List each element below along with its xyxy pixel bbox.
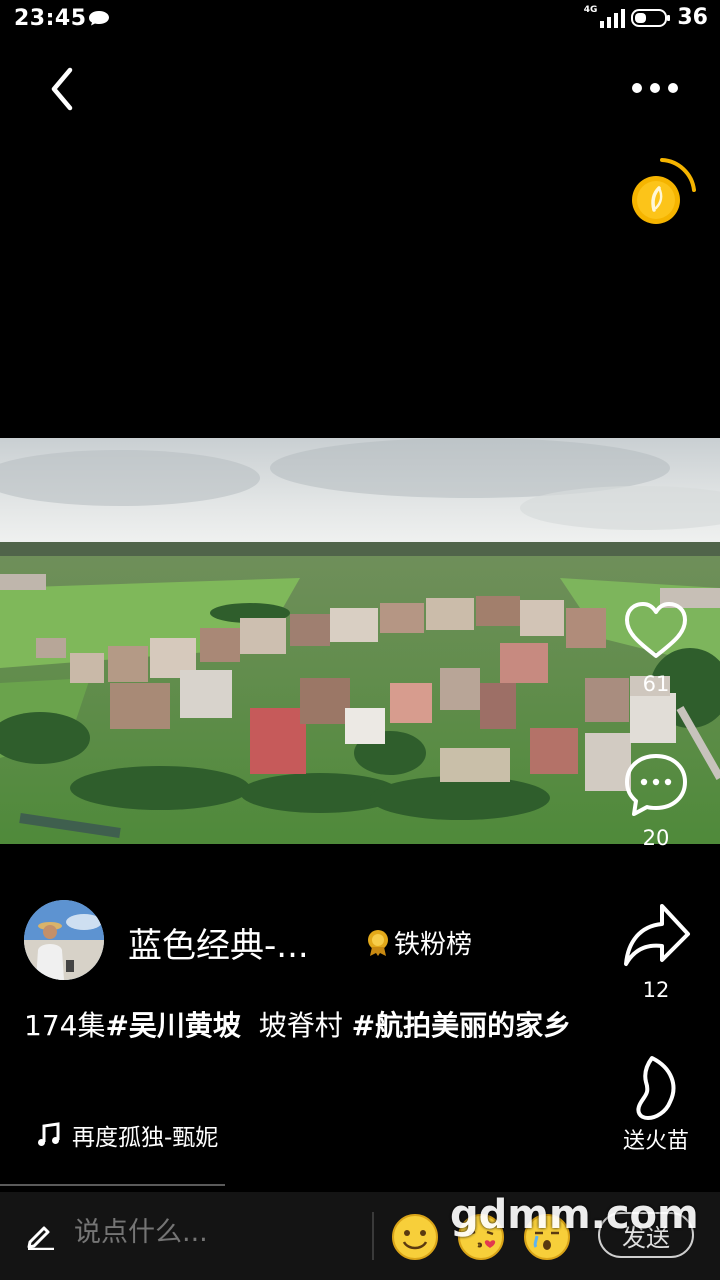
video-caption: 174集#吴川黄坡 坡脊村 #航拍美丽的家乡 bbox=[24, 1006, 584, 1046]
flame-icon bbox=[636, 1056, 676, 1120]
caption-village: 坡脊村 bbox=[240, 1009, 352, 1042]
chevron-left-icon[interactable] bbox=[40, 64, 86, 114]
author-name[interactable]: 蓝色经典-... bbox=[128, 918, 309, 967]
heart-icon bbox=[625, 602, 687, 658]
author-avatar-image bbox=[24, 900, 104, 980]
comment-input[interactable] bbox=[72, 1216, 336, 1249]
avatar[interactable] bbox=[24, 900, 104, 980]
hashtag-aerial-hometown[interactable]: #航拍美丽的家乡 bbox=[352, 1009, 571, 1042]
share-button[interactable]: 12 bbox=[611, 900, 701, 1002]
share-count: 12 bbox=[642, 978, 670, 1002]
progress-divider bbox=[0, 1184, 225, 1186]
battery-level: 36 bbox=[677, 5, 708, 30]
comment-bubble-icon bbox=[625, 754, 687, 816]
share-arrow-icon bbox=[624, 904, 690, 966]
music-title: 再度孤独-甄妮 bbox=[72, 1125, 219, 1151]
caption-episode: 174集 bbox=[24, 1009, 106, 1042]
like-count: 61 bbox=[642, 672, 670, 696]
hashtag-wuchuan-huangpo[interactable]: #吴川黄坡 bbox=[105, 1009, 240, 1042]
pencil-icon bbox=[27, 1226, 54, 1250]
bar-separator bbox=[372, 1212, 374, 1260]
comment-count: 20 bbox=[642, 826, 670, 850]
status-right: 4G 36 bbox=[583, 4, 708, 31]
signal-icon bbox=[600, 8, 626, 28]
medal-icon bbox=[368, 929, 388, 956]
fans-ranking-badge[interactable]: 铁粉榜 bbox=[366, 924, 472, 961]
fans-ranking-label: 铁粉榜 bbox=[394, 930, 473, 960]
like-button[interactable]: 61 bbox=[611, 596, 701, 696]
more-dots-icon[interactable] bbox=[624, 70, 686, 106]
comment-button[interactable]: 20 bbox=[611, 750, 701, 850]
status-time: 23:45 bbox=[14, 6, 87, 31]
send-fire-label: 送火苗 bbox=[622, 1129, 689, 1154]
battery-icon bbox=[631, 8, 671, 27]
network-type: 4G bbox=[583, 4, 598, 15]
smile-emoji-icon[interactable] bbox=[390, 1212, 440, 1262]
send-fire-button[interactable]: 送火苗 bbox=[611, 1052, 701, 1154]
gold-coin-icon[interactable] bbox=[626, 156, 702, 232]
message-icon bbox=[89, 11, 109, 26]
watermark: gdmm.com bbox=[450, 1192, 699, 1238]
music-info[interactable]: 再度孤独-甄妮 bbox=[36, 1118, 218, 1152]
music-note-icon bbox=[38, 1122, 60, 1146]
